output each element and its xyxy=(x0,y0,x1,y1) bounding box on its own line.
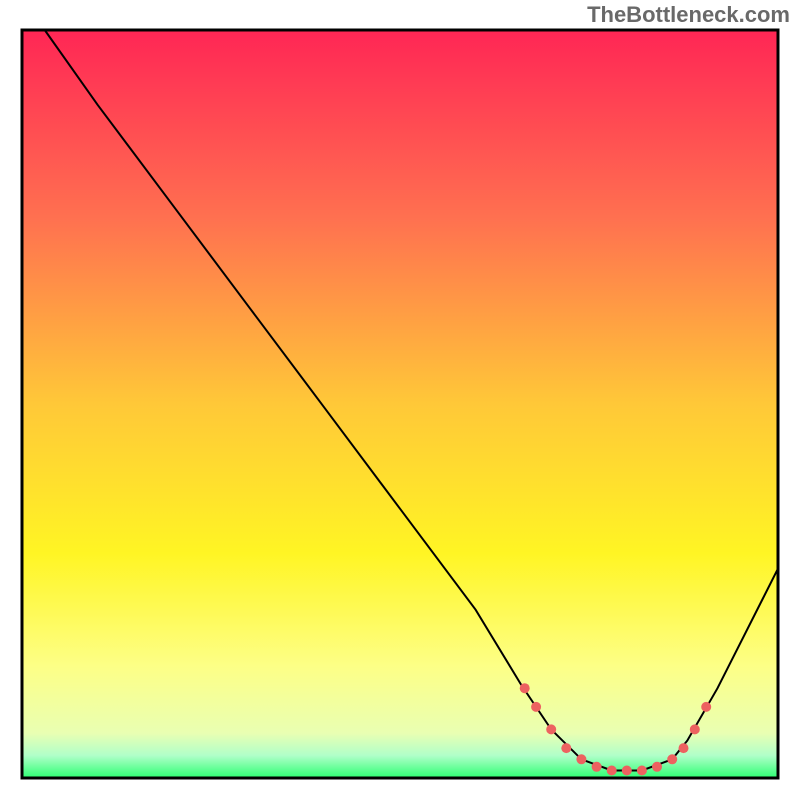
marker-dot xyxy=(607,766,617,776)
marker-dot xyxy=(531,702,541,712)
marker-dot xyxy=(690,724,700,734)
marker-dot xyxy=(520,683,530,693)
watermark-text: TheBottleneck.com xyxy=(587,2,790,28)
marker-dot xyxy=(546,724,556,734)
bottleneck-chart xyxy=(0,0,800,800)
marker-dot xyxy=(701,702,711,712)
marker-dot xyxy=(637,766,647,776)
marker-dot xyxy=(576,754,586,764)
chart-container: TheBottleneck.com xyxy=(0,0,800,800)
marker-dot xyxy=(667,754,677,764)
plot-background xyxy=(22,30,778,778)
marker-dot xyxy=(622,766,632,776)
marker-dot xyxy=(561,743,571,753)
marker-dot xyxy=(679,743,689,753)
marker-dot xyxy=(592,762,602,772)
marker-dot xyxy=(652,762,662,772)
